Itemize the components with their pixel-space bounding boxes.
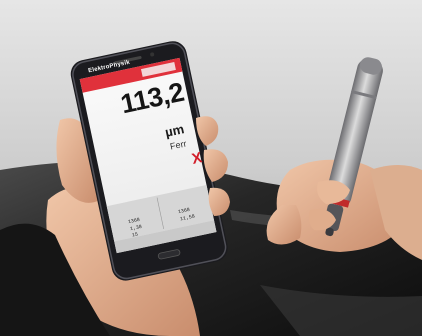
photo-scene xyxy=(0,0,422,336)
stat-value-4: 15 xyxy=(131,231,139,239)
